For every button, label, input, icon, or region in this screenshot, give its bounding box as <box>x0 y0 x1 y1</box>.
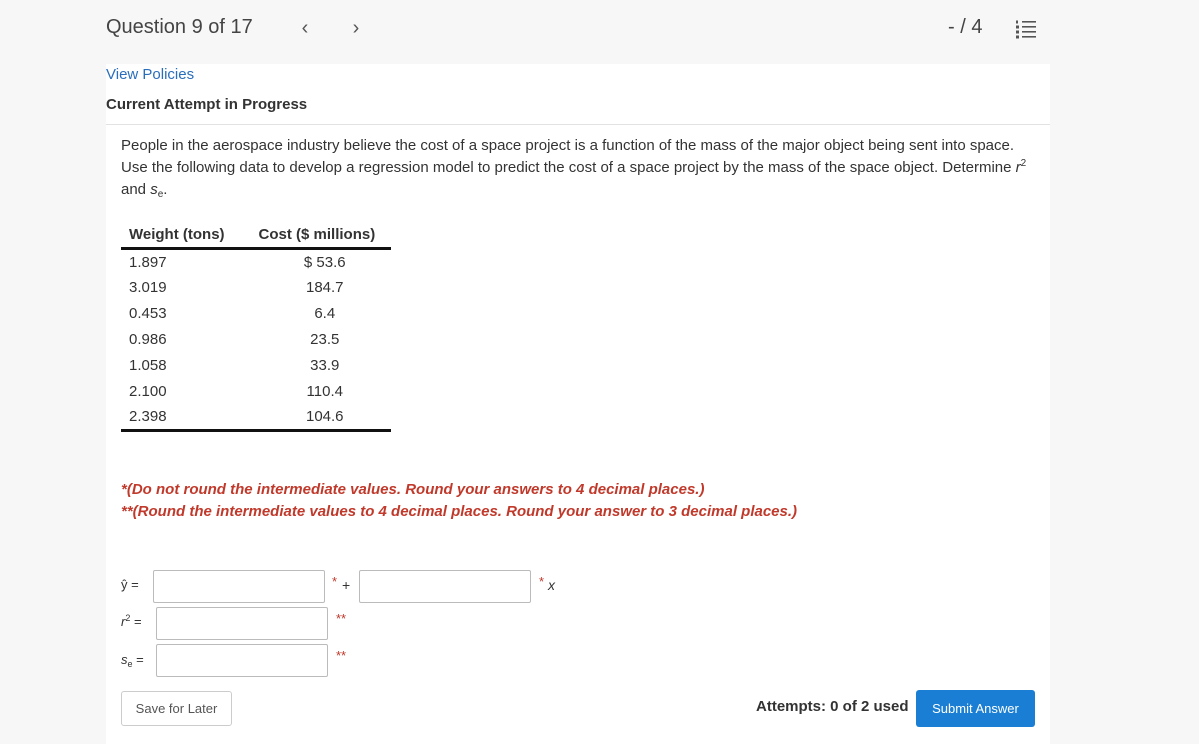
yhat-label: ŷ = <box>121 577 139 592</box>
table-row: 1.897 $ 53.6 <box>121 249 391 275</box>
slope-input[interactable] <box>359 570 531 603</box>
submit-answer-button[interactable]: Submit Answer <box>916 690 1035 727</box>
required-marker: ** <box>336 611 347 626</box>
list-numbered-icon[interactable] <box>1014 18 1038 40</box>
and-text: and <box>121 181 151 198</box>
weight-cell: 0.453 <box>129 305 167 322</box>
r-squared-label: r2 = <box>121 614 142 630</box>
weight-cell: 2.100 <box>129 383 167 400</box>
required-marker: * <box>539 574 545 589</box>
required-marker: * <box>332 574 338 589</box>
x-variable: x <box>548 577 555 593</box>
r-squared-input[interactable] <box>156 607 328 640</box>
cost-cell: 110.4 <box>306 383 343 400</box>
score: - / 4 <box>948 16 983 38</box>
r-exponent: 2 <box>1020 158 1027 169</box>
attempts-counter: Attempts: 0 of 2 used <box>756 698 909 715</box>
se-label: se = <box>121 652 144 669</box>
plus-sign: + <box>342 577 351 593</box>
weight-cell: 0.986 <box>129 331 167 348</box>
question-end: . <box>163 181 168 198</box>
cost-cell: $ 53.6 <box>303 253 346 271</box>
cost-cell: 6.4 <box>314 305 336 322</box>
top-bar: Question 9 of 17 ‹ › - / 4 <box>0 0 1199 64</box>
required-marker: ** <box>336 648 347 663</box>
r-label-eq: = <box>130 614 142 629</box>
table-header-row: Weight (tons) Cost ($ millions) <box>121 222 391 250</box>
cost-cell: 184.7 <box>305 279 344 296</box>
question-text: People in the aerospace industry believe… <box>121 135 1036 201</box>
question-body: People in the aerospace industry believe… <box>121 137 1016 176</box>
cost-cell: 23.5 <box>310 331 340 348</box>
cost-cell: 33.9 <box>310 357 340 374</box>
table-row: 0.453 6.4 <box>121 301 391 327</box>
rounding-note-double: **(Round the intermediate values to 4 de… <box>121 503 798 520</box>
se-input[interactable] <box>156 644 328 677</box>
weight-cell: 1.897 <box>129 253 167 271</box>
se-label-eq: = <box>132 652 144 667</box>
divider <box>106 124 1050 125</box>
previous-question-icon[interactable]: ‹ <box>294 18 316 40</box>
cost-header: Cost ($ millions) <box>238 222 391 250</box>
question-card: View Policies Current Attempt in Progres… <box>106 64 1050 744</box>
table-row: 2.398 104.6 <box>121 404 391 432</box>
table-row: 0.986 23.5 <box>121 327 391 353</box>
rounding-note-single: *(Do not round the intermediate values. … <box>121 481 705 498</box>
table-row: 2.100 110.4 <box>121 379 391 405</box>
save-for-later-button[interactable]: Save for Later <box>121 691 232 726</box>
weight-cell: 2.398 <box>121 404 239 432</box>
cost-cell: 104.6 <box>238 404 391 432</box>
table-row: 1.058 33.9 <box>121 353 391 379</box>
intercept-input[interactable] <box>153 570 325 603</box>
question-position: Question 9 of 17 <box>106 16 253 38</box>
weight-header: Weight (tons) <box>121 222 239 250</box>
weight-cell: 3.019 <box>129 279 167 296</box>
table-row: 3.019 184.7 <box>121 275 391 301</box>
next-question-icon[interactable]: › <box>345 18 367 40</box>
s-symbol: s <box>150 181 158 198</box>
attempt-heading: Current Attempt in Progress <box>106 96 308 113</box>
data-table: Weight (tons) Cost ($ millions) 1.897 $ 5… <box>121 222 391 432</box>
view-policies-link[interactable]: View Policies <box>106 66 194 83</box>
weight-cell: 1.058 <box>129 357 167 374</box>
